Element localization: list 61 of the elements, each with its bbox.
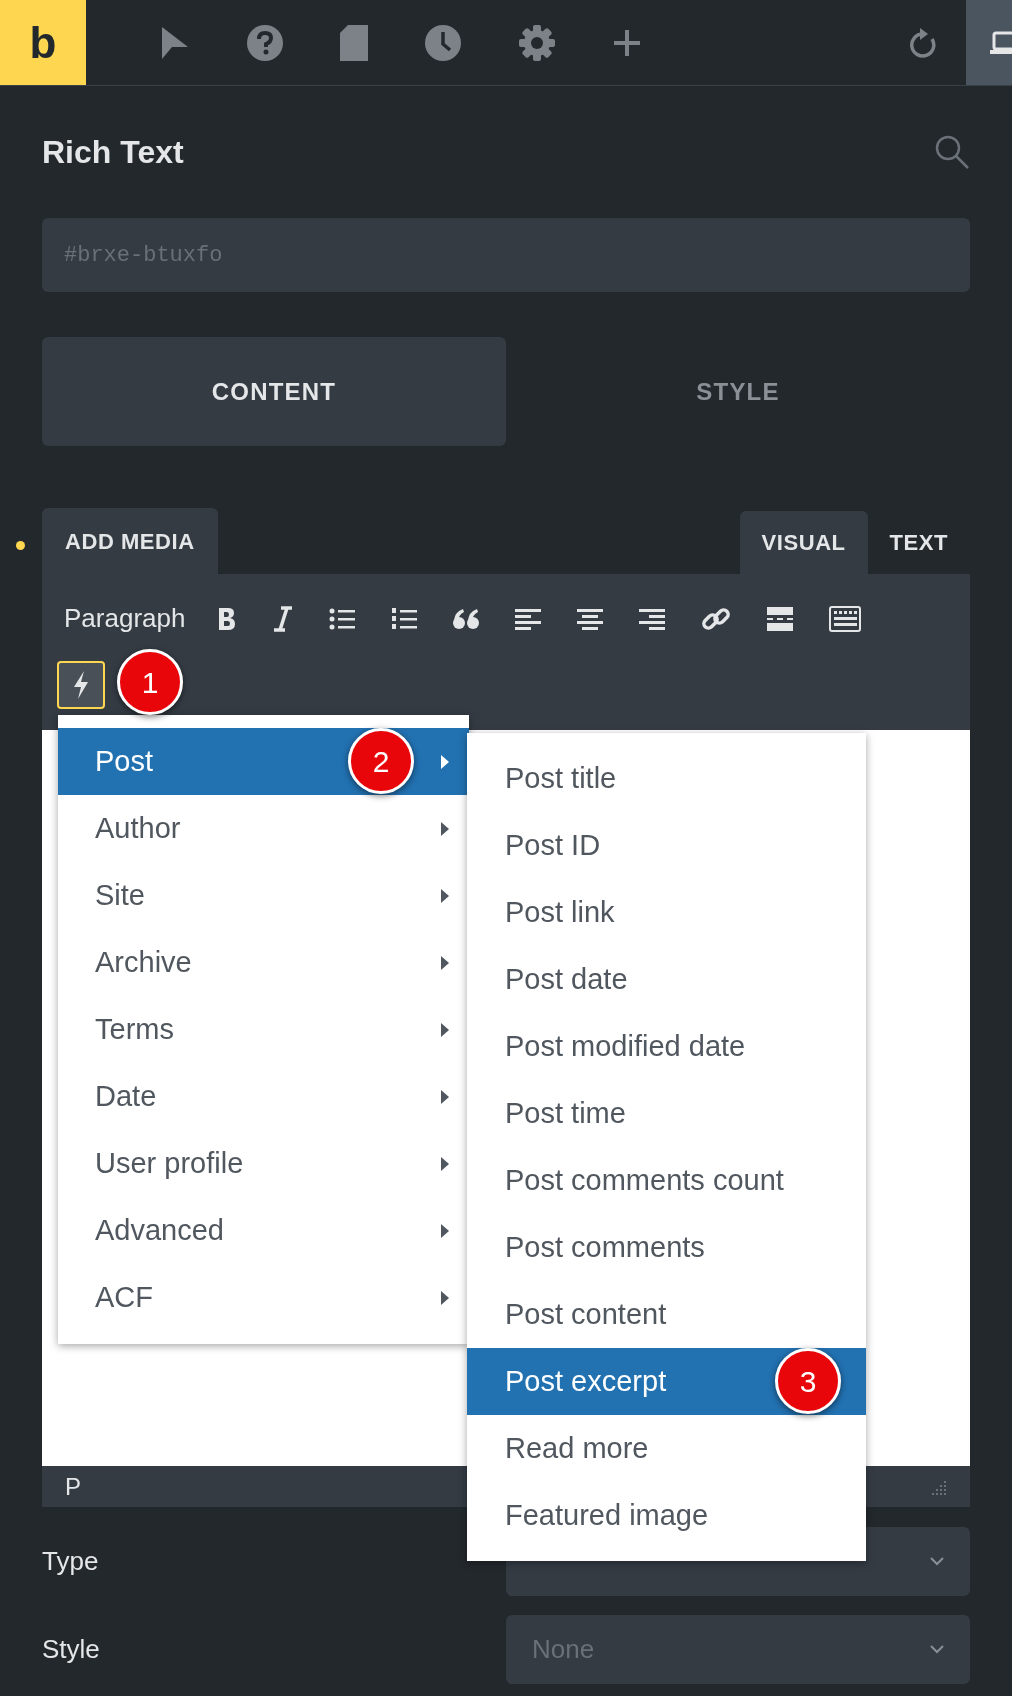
menu-item[interactable]: Site — [58, 862, 469, 929]
submenu-item[interactable]: Post comments count — [467, 1147, 866, 1214]
add-icon[interactable] — [612, 27, 642, 58]
submenu-item[interactable]: Post title — [467, 745, 866, 812]
submenu-item[interactable]: Post link — [467, 879, 866, 946]
menu-item[interactable]: Author — [58, 795, 469, 862]
menu-item[interactable]: Advanced — [58, 1197, 469, 1264]
format-dropdown[interactable]: Paragraph — [64, 599, 186, 638]
submenu-arrow-icon — [441, 888, 449, 903]
panel-title: Rich Text — [42, 133, 184, 172]
menu-item[interactable]: Terms — [58, 996, 469, 1063]
align-right-icon[interactable] — [639, 606, 666, 631]
submenu-arrow-icon — [441, 821, 449, 836]
submenu-arrow-icon — [441, 1089, 449, 1104]
submenu-item[interactable]: Post modified date — [467, 1013, 866, 1080]
page-icon[interactable] — [340, 24, 368, 61]
add-media-button[interactable]: ADD MEDIA — [42, 508, 218, 574]
read-more-icon[interactable] — [767, 606, 794, 631]
clock-icon[interactable] — [424, 23, 462, 62]
submenu-arrow-icon — [441, 1223, 449, 1238]
quote-icon[interactable] — [453, 607, 480, 630]
italic-icon[interactable] — [273, 605, 294, 632]
submenu-item[interactable]: Featured image — [467, 1482, 866, 1549]
submenu-arrow-icon — [441, 1156, 449, 1171]
field-label: Type — [42, 1545, 100, 1578]
align-left-icon[interactable] — [515, 606, 542, 631]
submenu-item[interactable]: Post content — [467, 1281, 866, 1348]
editor-mode-tab[interactable]: TEXT — [867, 511, 970, 574]
submenu-item[interactable]: Post date — [467, 946, 866, 1013]
logo[interactable]: b — [0, 0, 86, 85]
submenu-item[interactable]: Read more — [467, 1415, 866, 1482]
submenu-arrow-icon — [441, 1022, 449, 1037]
tab[interactable]: STYLE — [506, 337, 970, 446]
menu-item[interactable]: Date — [58, 1063, 469, 1130]
submenu-arrow-icon — [441, 955, 449, 970]
submenu-item[interactable]: Post ID — [467, 812, 866, 879]
submenu-arrow-icon — [441, 1290, 449, 1305]
bold-icon[interactable] — [217, 605, 238, 632]
align-center-icon[interactable] — [577, 606, 604, 631]
chevron-down-icon — [930, 1645, 944, 1654]
device-button[interactable] — [966, 0, 1012, 85]
field-label: Style — [42, 1633, 101, 1666]
element-path: P — [65, 1471, 81, 1502]
dynamic-data-button[interactable] — [57, 661, 105, 709]
chevron-down-icon — [930, 1557, 944, 1566]
numbered-list-icon[interactable] — [391, 606, 418, 631]
refresh-icon[interactable] — [908, 26, 938, 59]
search-icon[interactable] — [934, 134, 970, 170]
lightning-icon — [72, 670, 90, 700]
help-icon[interactable] — [246, 23, 284, 62]
menu-item[interactable]: User profile — [58, 1130, 469, 1197]
keyboard-icon[interactable] — [829, 605, 862, 632]
submenu-arrow-icon — [441, 754, 449, 769]
tab[interactable]: CONTENT — [42, 337, 506, 446]
menu-item[interactable]: ACF — [58, 1264, 469, 1331]
submenu-item[interactable]: Post comments — [467, 1214, 866, 1281]
menu-item[interactable]: Archive — [58, 929, 469, 996]
editor-mode-tab[interactable]: VISUAL — [739, 511, 868, 574]
settings-icon[interactable] — [518, 23, 556, 62]
bullet-list-icon[interactable] — [329, 606, 356, 631]
submenu-item[interactable]: Post time — [467, 1080, 866, 1147]
